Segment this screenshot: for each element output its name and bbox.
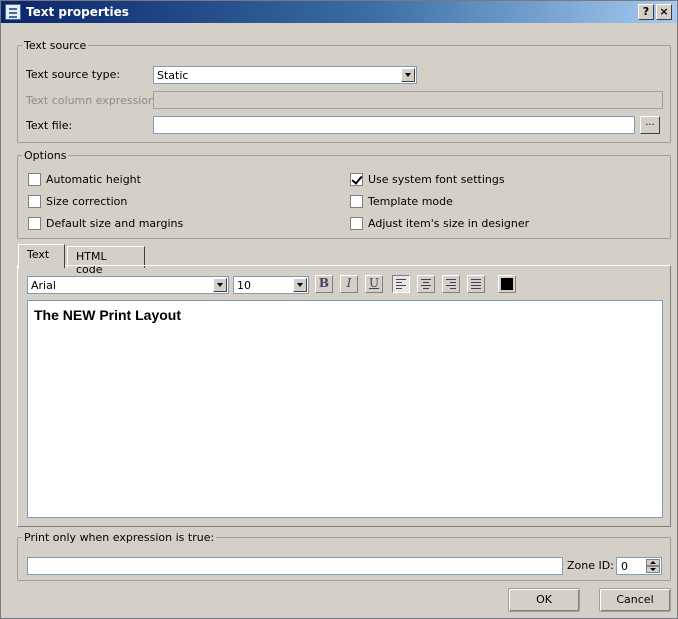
text-color-button[interactable] xyxy=(498,275,516,293)
text-source-type-select[interactable]: Static xyxy=(153,66,417,84)
print-expression-field[interactable] xyxy=(27,557,563,575)
align-right-button[interactable] xyxy=(442,275,460,293)
align-center-button[interactable] xyxy=(417,275,435,293)
text-source-legend: Text source xyxy=(24,39,87,52)
spin-up-icon[interactable] xyxy=(646,559,660,566)
chevron-down-icon[interactable] xyxy=(293,278,307,292)
adjust-item-size-checkbox[interactable] xyxy=(350,217,363,230)
italic-button[interactable]: I xyxy=(340,275,358,293)
spin-down-icon[interactable] xyxy=(646,566,660,573)
align-justify-button[interactable] xyxy=(467,275,485,293)
options-legend: Options xyxy=(24,149,67,162)
zone-id-label: Zone ID: xyxy=(567,559,614,572)
spin-buttons xyxy=(646,559,660,573)
align-left-icon xyxy=(396,279,406,289)
print-condition-legend: Print only when expression is true: xyxy=(24,531,215,544)
ok-button[interactable]: OK xyxy=(508,588,580,612)
text-file-label: Text file: xyxy=(26,119,73,132)
font-family-select[interactable]: Arial xyxy=(27,276,229,294)
adjust-item-size-label: Adjust item's size in designer xyxy=(368,217,530,230)
title-bar[interactable]: Text properties ? × xyxy=(1,1,677,23)
size-correction-checkbox[interactable] xyxy=(28,195,41,208)
default-size-margins-label: Default size and margins xyxy=(46,217,184,230)
use-system-font-checkbox[interactable] xyxy=(350,173,363,186)
underline-button[interactable]: U xyxy=(365,275,383,293)
bold-button[interactable]: B xyxy=(315,275,333,293)
document-icon xyxy=(5,4,21,20)
text-column-expression-field xyxy=(153,91,663,109)
text-editor[interactable]: The NEW Print Layout xyxy=(27,300,663,518)
text-column-expression-label: Text column expression: xyxy=(26,94,159,107)
template-mode-checkbox[interactable] xyxy=(350,195,363,208)
chevron-down-icon[interactable] xyxy=(213,278,227,292)
align-left-button[interactable] xyxy=(392,275,410,293)
align-right-icon xyxy=(446,279,456,289)
cancel-button[interactable]: Cancel xyxy=(599,588,671,612)
dialog-title: Text properties xyxy=(26,5,129,19)
font-family-value: Arial xyxy=(31,279,56,292)
font-size-value: 10 xyxy=(237,279,251,292)
default-size-margins-checkbox[interactable] xyxy=(28,217,41,230)
text-source-type-value: Static xyxy=(157,69,189,82)
editor-content: The NEW Print Layout xyxy=(34,307,181,323)
align-center-icon xyxy=(421,279,431,289)
chevron-down-icon[interactable] xyxy=(401,68,415,82)
template-mode-label: Template mode xyxy=(368,195,453,208)
text-file-field[interactable] xyxy=(153,116,635,134)
use-system-font-label: Use system font settings xyxy=(368,173,505,186)
size-correction-label: Size correction xyxy=(46,195,128,208)
font-size-select[interactable]: 10 xyxy=(233,276,309,294)
automatic-height-checkbox[interactable] xyxy=(28,173,41,186)
zone-id-stepper[interactable]: 0 xyxy=(616,557,662,575)
automatic-height-label: Automatic height xyxy=(46,173,141,186)
close-button[interactable]: × xyxy=(656,4,672,20)
tab-text[interactable]: Text xyxy=(18,244,65,268)
browse-button[interactable]: ... xyxy=(640,116,660,134)
zone-id-value: 0 xyxy=(621,560,628,573)
help-button[interactable]: ? xyxy=(638,4,654,20)
text-properties-dialog: Text properties ? × Text source Text sou… xyxy=(0,0,678,619)
color-swatch-icon xyxy=(501,278,513,290)
align-justify-icon xyxy=(471,279,481,289)
text-source-type-label: Text source type: xyxy=(26,68,121,81)
